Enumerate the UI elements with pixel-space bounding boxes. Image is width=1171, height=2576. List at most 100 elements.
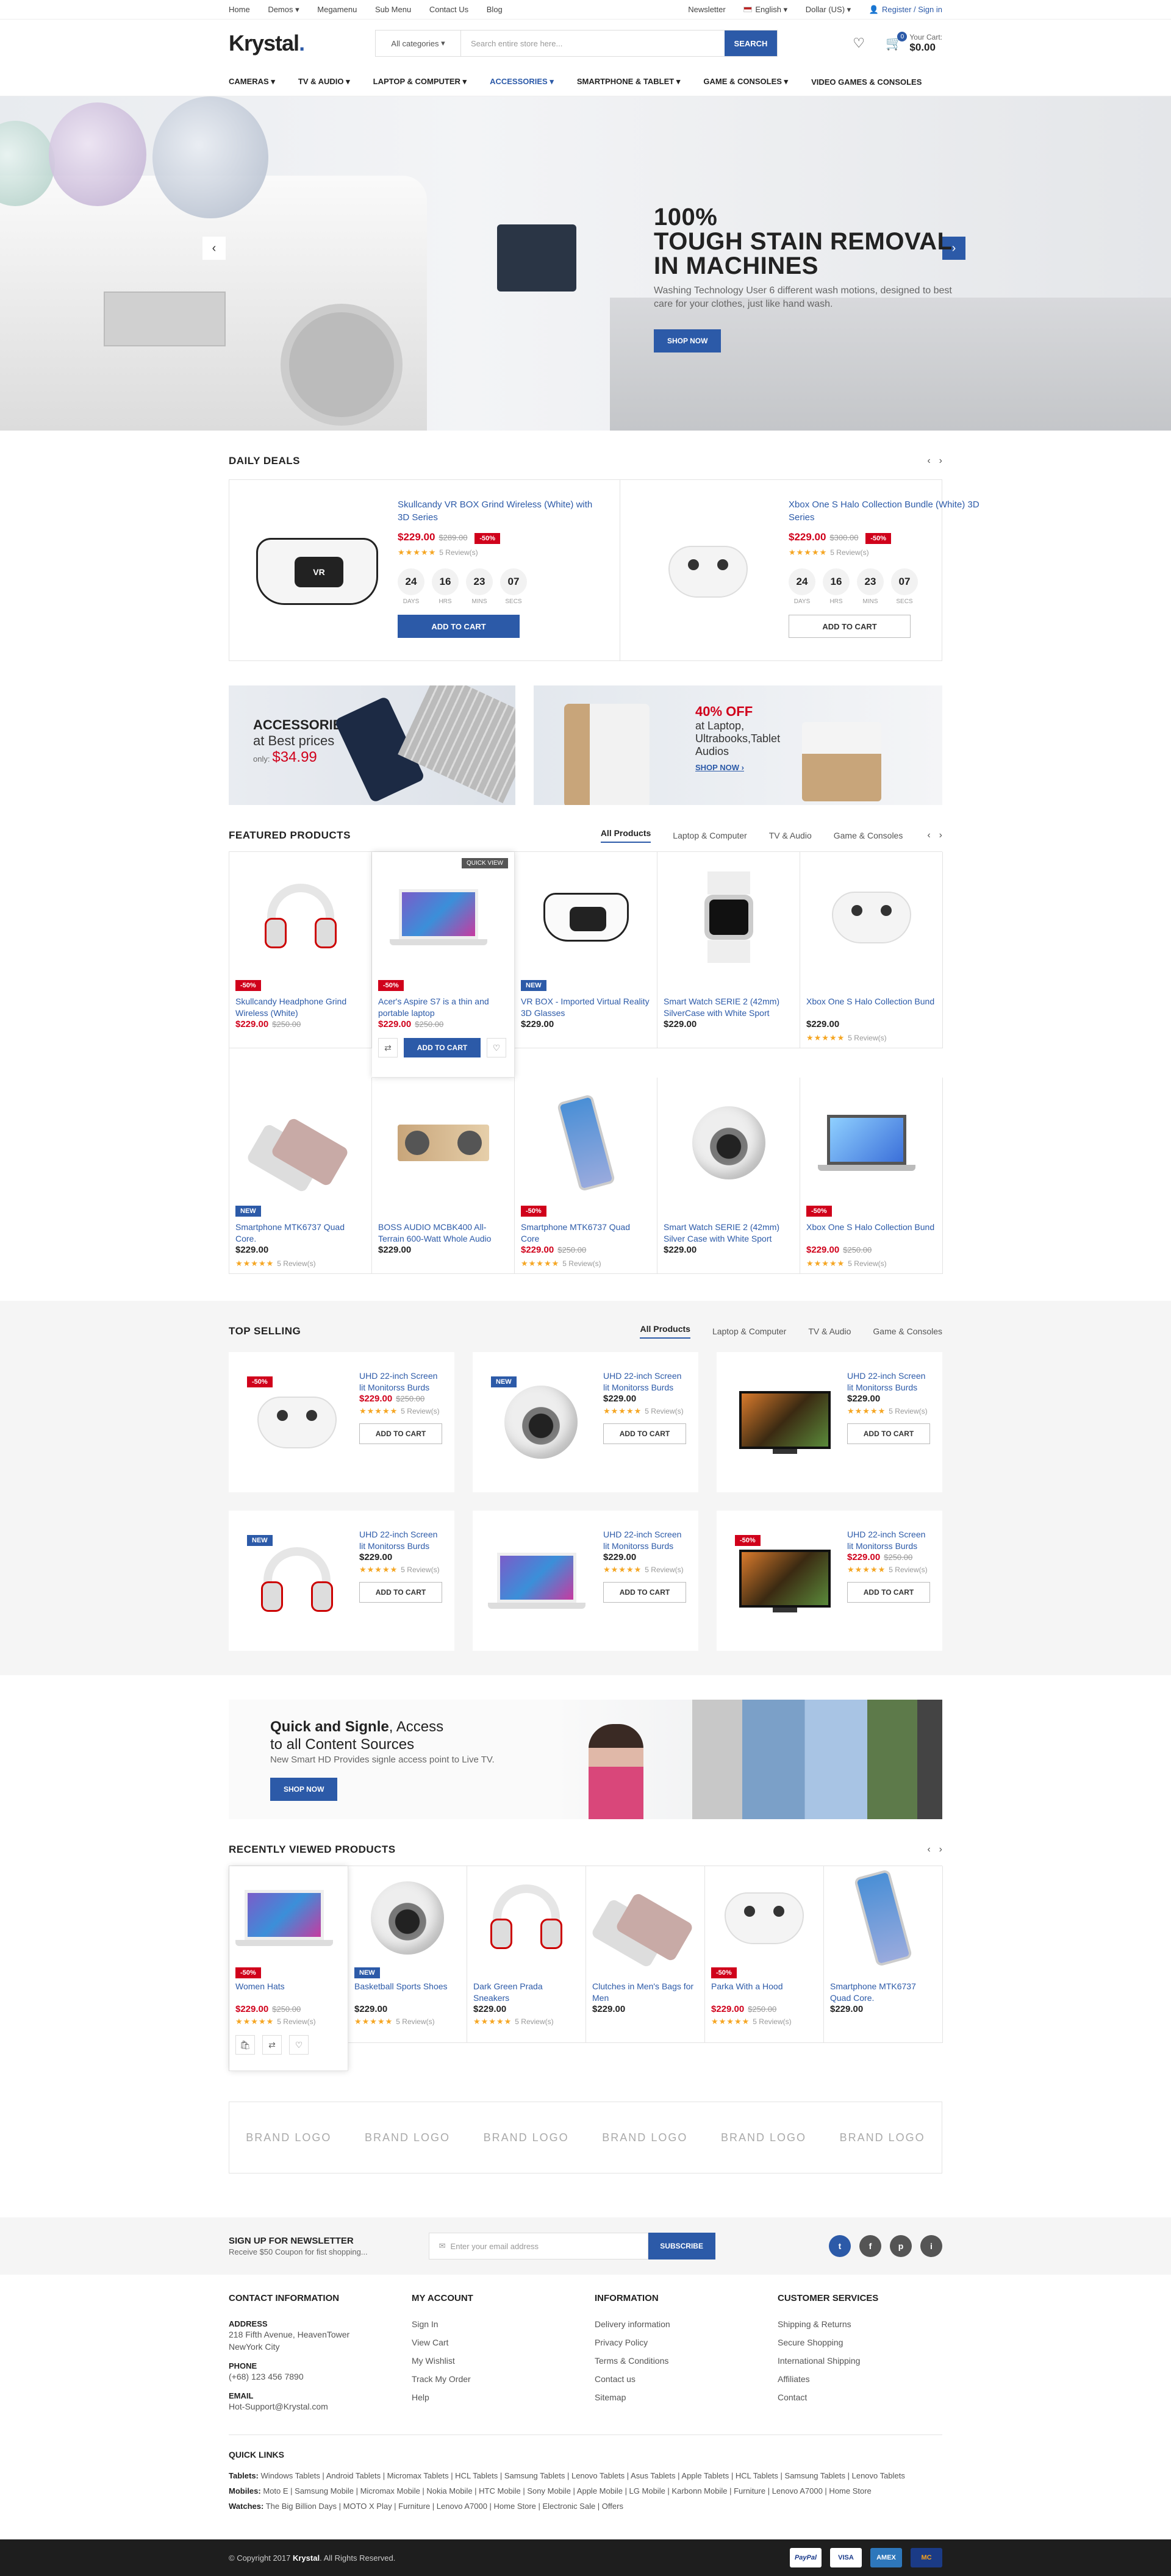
add-to-cart-button[interactable]: ADD TO CART: [404, 1038, 481, 1057]
newsletter-email-input[interactable]: ✉ Enter your email address: [428, 2233, 648, 2259]
top-selling-card[interactable]: NEW UHD 22-inch Screen lit Monitorss Burd…: [473, 1352, 698, 1492]
watch-product-image[interactable]: [664, 859, 793, 975]
top-selling-card[interactable]: UHD 22-inch Screen lit Monitorss Burds $…: [717, 1352, 942, 1492]
camera360-product-image[interactable]: [664, 1085, 793, 1201]
product-card[interactable]: Xbox One S Halo Collection Bund $229.00 ★★…: [800, 852, 943, 1048]
top-selling-card[interactable]: NEW UHD 22-inch Screen lit Monitorss Burd…: [229, 1511, 454, 1651]
footer-link[interactable]: International Shipping: [778, 2356, 961, 2366]
currency-select[interactable]: Dollar (US) ▾: [806, 5, 851, 14]
product-name[interactable]: UHD 22-inch Screen lit Monitorss Burds: [847, 1529, 930, 1552]
quick-view-button[interactable]: QUICK VIEW: [461, 858, 508, 868]
phone-product-image[interactable]: [590, 1872, 698, 1969]
product-name[interactable]: UHD 22-inch Screen lit Monitorss Burds: [359, 1529, 442, 1552]
footer-link[interactable]: Privacy Policy: [595, 2338, 778, 2347]
footer-link[interactable]: Sitemap: [595, 2392, 778, 2402]
footer-link[interactable]: View Cart: [412, 2338, 595, 2347]
filter-tab[interactable]: Laptop & Computer: [673, 831, 747, 840]
recent-product-card[interactable]: -50% Parka With a Hood $229.00 $250.00 ★★★★★…: [705, 1866, 824, 2043]
add-to-cart-button[interactable]: ADD TO CART: [789, 615, 911, 638]
footer-link[interactable]: Affiliates: [778, 2374, 961, 2384]
compare-icon[interactable]: ⇄: [378, 1038, 398, 1057]
search-category-select[interactable]: All categories ▾: [376, 30, 461, 56]
product-name[interactable]: Smartphone MTK6737 Quad Core.: [830, 1981, 936, 2004]
promo-shop-now-button[interactable]: SHOP NOW: [270, 1778, 338, 1801]
next-arrow-icon[interactable]: ›: [939, 1844, 942, 1855]
top-selling-card[interactable]: UHD 22-inch Screen lit Monitorss Burds $…: [473, 1511, 698, 1651]
slider-prev-arrow[interactable]: ‹: [202, 237, 226, 260]
top-link-submenu[interactable]: Sub Menu: [375, 5, 411, 14]
product-name[interactable]: VR BOX - Imported Virtual Reality 3D Gla…: [521, 996, 651, 1019]
wishlist-heart-icon[interactable]: ♡: [487, 1038, 506, 1057]
wishlist-heart-icon[interactable]: ♡: [853, 35, 865, 51]
quick-links-list[interactable]: The Big Billion Days | MOTO X Play | Fur…: [266, 2502, 623, 2511]
headphones-product-image[interactable]: [235, 859, 365, 975]
accessories-banner[interactable]: ACCESSORIES at Best prices only: $34.99: [229, 685, 515, 805]
product-name[interactable]: Basketball Sports Shoes: [354, 1981, 460, 2004]
filter-tab[interactable]: All Products: [640, 1324, 690, 1339]
pinterest-icon[interactable]: p: [890, 2235, 912, 2257]
camera360-product-image[interactable]: [354, 1872, 460, 1964]
compare-icon[interactable]: ⇄: [262, 2035, 282, 2055]
nav-item[interactable]: LAPTOP & COMPUTER ▾: [373, 77, 467, 87]
laptop-product-image[interactable]: [235, 1872, 342, 1964]
deal-product-name[interactable]: Skullcandy VR BOX Grind Wireless (White)…: [398, 498, 605, 524]
wishlist-heart-icon[interactable]: ♡: [289, 2035, 309, 2055]
product-name[interactable]: Skullcandy Headphone Grind Wireless (Whi…: [235, 996, 365, 1019]
subscribe-button[interactable]: SUBSCRIBE: [648, 2233, 715, 2259]
filter-tab[interactable]: Laptop & Computer: [712, 1326, 786, 1336]
product-name[interactable]: UHD 22-inch Screen lit Monitorss Burds: [359, 1370, 442, 1394]
top-selling-card[interactable]: -50% UHD 22-inch Screen lit Monitorss Bur…: [229, 1352, 454, 1492]
search-button[interactable]: SEARCH: [725, 30, 777, 56]
product-name[interactable]: Smartphone MTK6737 Quad Core.: [235, 1222, 365, 1245]
add-to-cart-button[interactable]: ADD TO CART: [603, 1423, 686, 1444]
hero-shop-now-button[interactable]: SHOP NOW: [654, 329, 722, 352]
top-link-demos[interactable]: Demos ▾: [268, 5, 299, 14]
add-to-cart-button[interactable]: ADD TO CART: [359, 1582, 442, 1603]
laptop-product-image[interactable]: [485, 1529, 597, 1633]
next-arrow-icon[interactable]: ›: [939, 456, 942, 466]
product-card[interactable]: -50% Acer's Aspire S7 is a thin and porta…: [372, 852, 515, 1078]
product-name[interactable]: Women Hats: [235, 1981, 342, 2004]
nav-item[interactable]: GAME & CONSOLES ▾: [703, 77, 788, 87]
product-name[interactable]: Parka With a Hood: [711, 1981, 817, 2004]
add-to-cart-button[interactable]: ADD TO CART: [603, 1582, 686, 1603]
product-card[interactable]: -50% Smartphone MTK6737 Quad Core $229.00 $…: [515, 1078, 657, 1274]
footer-link[interactable]: Help: [412, 2392, 595, 2402]
product-name[interactable]: Acer's Aspire S7 is a thin and portable …: [378, 996, 508, 1019]
nav-item[interactable]: ACCESSORIES ▾: [490, 77, 554, 87]
top-selling-card[interactable]: -50% UHD 22-inch Screen lit Monitorss Bur…: [717, 1511, 942, 1651]
email-value[interactable]: Hot-Support@Krystal.com: [229, 2400, 412, 2413]
filter-tab[interactable]: TV & Audio: [808, 1326, 851, 1336]
add-to-cart-button[interactable]: ADD TO CART: [359, 1423, 442, 1444]
search-input[interactable]: Search entire store here...: [461, 30, 725, 56]
footer-link[interactable]: Shipping & Returns: [778, 2319, 961, 2329]
recent-product-card[interactable]: -50% Women Hats $229.00 $250.00 ★★★★★ 5 Revie…: [229, 1866, 348, 2071]
phone2-product-image[interactable]: [830, 1869, 936, 1967]
top-link-megamenu[interactable]: Megamenu: [317, 5, 357, 14]
nav-item[interactable]: CAMERAS ▾: [229, 77, 275, 87]
brand-logo[interactable]: BRAND LOGO: [704, 2131, 823, 2144]
language-select[interactable]: English ▾: [743, 5, 787, 14]
newsletter-link[interactable]: Newsletter: [688, 5, 725, 14]
laptop-offer-banner[interactable]: 40% OFF at Laptop, Ultrabooks,Tablet Aud…: [534, 685, 942, 805]
top-link-contact[interactable]: Contact Us: [429, 5, 468, 14]
twitter-icon[interactable]: t: [829, 2235, 851, 2257]
add-to-cart-button[interactable]: ADD TO CART: [398, 615, 520, 638]
phone-product-image[interactable]: [235, 1085, 365, 1201]
facebook-icon[interactable]: f: [859, 2235, 881, 2257]
brand-logo[interactable]: BRAND LOGO: [229, 2131, 348, 2144]
add-to-cart-button[interactable]: ADD TO CART: [847, 1423, 930, 1444]
recent-product-card[interactable]: Dark Green Prada Sneakers $229.00 ★★★★★ 5 R…: [467, 1866, 586, 2043]
quick-links-list[interactable]: Moto E | Samsung Mobile | Micromax Mobil…: [263, 2486, 871, 2496]
product-name[interactable]: Clutches in Men's Bags for Men: [592, 1981, 698, 2004]
laptop2-product-image[interactable]: [806, 1085, 936, 1201]
site-logo[interactable]: Krystal.: [229, 30, 375, 56]
product-name[interactable]: Smartphone MTK6737 Quad Core: [521, 1222, 651, 1245]
product-card[interactable]: NEW VR BOX - Imported Virtual Reality 3D …: [515, 852, 657, 1048]
filter-tab[interactable]: TV & Audio: [769, 831, 812, 840]
product-name[interactable]: Xbox One S Halo Collection Bund: [806, 1222, 936, 1245]
recent-product-card[interactable]: Clutches in Men's Bags for Men $229.00: [586, 1866, 705, 2043]
footer-link[interactable]: My Wishlist: [412, 2356, 595, 2366]
brand-logo[interactable]: BRAND LOGO: [467, 2131, 586, 2144]
deal-product-name[interactable]: Xbox One S Halo Collection Bundle (White…: [789, 498, 996, 524]
